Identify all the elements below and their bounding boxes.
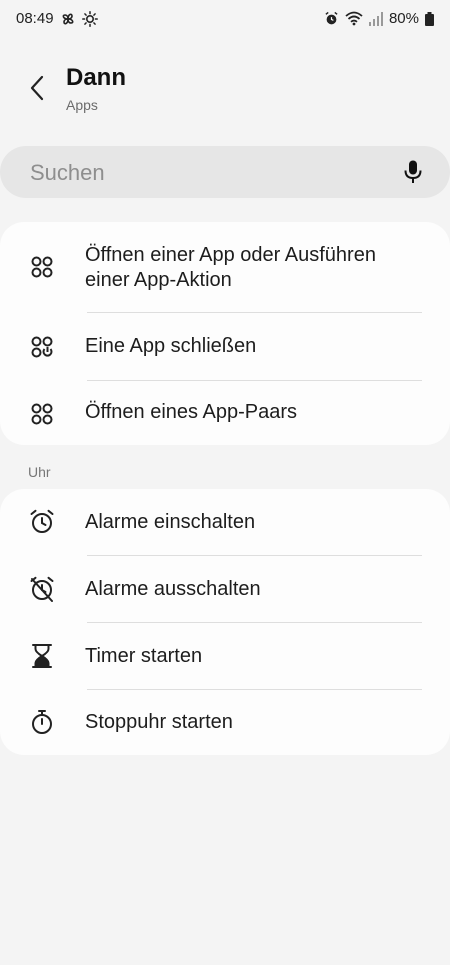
pinwheel-icon bbox=[60, 11, 76, 27]
alarm-icon bbox=[28, 508, 56, 536]
hourglass-icon bbox=[28, 642, 56, 670]
alarm-status-icon bbox=[324, 11, 339, 26]
list-item-label: Alarme ausschalten bbox=[85, 578, 261, 600]
back-arrow-icon bbox=[30, 75, 44, 101]
page-title: Dann bbox=[66, 64, 126, 91]
microphone-icon bbox=[404, 160, 422, 183]
list-item-timer[interactable]: Timer starten bbox=[0, 623, 450, 689]
list-item-label: Stoppuhr starten bbox=[85, 711, 233, 733]
clock-card: Alarme einschalten Alarme ausschalten Ti… bbox=[0, 489, 450, 755]
brightness-icon bbox=[81, 10, 98, 27]
status-bar: 08:49 80% bbox=[0, 0, 450, 40]
list-item-label: Alarme einschalten bbox=[85, 511, 256, 533]
list-item-label: Öffnen eines App-Paars bbox=[85, 401, 297, 423]
section-header-clock: Uhr bbox=[28, 464, 51, 480]
status-time: 08:49 bbox=[16, 10, 54, 27]
label-line-1: Öffnen einer App oder Ausführen bbox=[85, 244, 376, 266]
list-item-label: Öffnen einer App oder Ausführen einer Ap… bbox=[85, 243, 376, 293]
list-item-stopwatch[interactable]: Stoppuhr starten bbox=[0, 690, 450, 755]
apps-close-icon bbox=[28, 333, 56, 361]
search-bar[interactable] bbox=[0, 146, 450, 198]
back-button[interactable] bbox=[22, 72, 52, 104]
alarm-off-icon bbox=[28, 575, 56, 603]
wifi-icon bbox=[345, 11, 363, 26]
label-line-2: einer App-Aktion bbox=[85, 269, 232, 291]
apps-card: Öffnen einer App oder Ausführen einer Ap… bbox=[0, 222, 450, 445]
list-item-close-app[interactable]: Eine App schließen bbox=[0, 313, 450, 380]
list-item-alarm-off[interactable]: Alarme ausschalten bbox=[0, 556, 450, 622]
status-left: 08:49 bbox=[16, 10, 98, 27]
stopwatch-icon bbox=[28, 708, 56, 736]
page-subtitle: Apps bbox=[66, 97, 98, 113]
signal-icon bbox=[368, 11, 383, 26]
status-right: 80% bbox=[324, 10, 434, 27]
app-header: Dann Apps bbox=[0, 58, 450, 128]
battery-percentage: 80% bbox=[388, 10, 419, 27]
apps-grid-icon bbox=[28, 253, 56, 281]
list-item-alarm-on[interactable]: Alarme einschalten bbox=[0, 489, 450, 555]
list-item-label: Eine App schließen bbox=[85, 335, 257, 357]
list-item-open-app[interactable]: Öffnen einer App oder Ausführen einer Ap… bbox=[0, 222, 450, 312]
search-input[interactable] bbox=[28, 158, 372, 188]
battery-icon bbox=[425, 11, 434, 26]
app-pair-icon bbox=[28, 400, 56, 428]
microphone-button[interactable] bbox=[404, 160, 422, 189]
list-item-app-pair[interactable]: Öffnen eines App-Paars bbox=[0, 381, 450, 445]
list-item-label: Timer starten bbox=[85, 645, 203, 667]
